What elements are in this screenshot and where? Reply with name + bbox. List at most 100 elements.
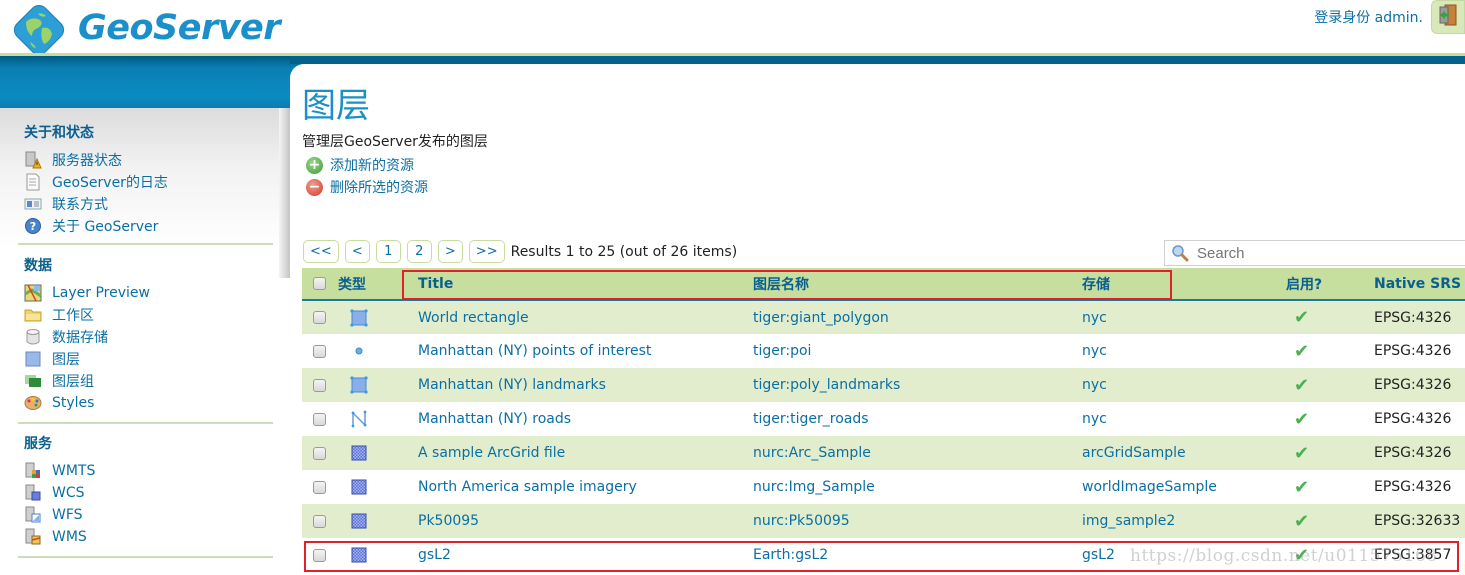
row-checkbox[interactable] bbox=[313, 412, 326, 426]
add-resource-label: 添加新的资源 bbox=[330, 158, 414, 174]
wfs-service-icon bbox=[24, 506, 42, 524]
main-content: 图层 管理层GeoServer发布的图层 + 添加新的资源 − 删除所选的资源 … bbox=[290, 64, 1465, 575]
store-link[interactable]: gsL2 bbox=[1082, 547, 1115, 563]
row-checkbox[interactable] bbox=[313, 378, 326, 392]
table-row: gsL2 Earth:gsL2 gsL2 ✔ EPSG:3857 bbox=[302, 538, 1465, 572]
table-row: Pk50095 nurc:Pk50095 img_sample2 ✔ EPSG:… bbox=[302, 504, 1465, 538]
row-select-cell bbox=[302, 300, 338, 334]
sidebar-item-label: WMS bbox=[52, 529, 87, 545]
title-cell: Manhattan (NY) points of interest bbox=[418, 334, 753, 368]
login-status: 登录身份 admin. bbox=[1314, 10, 1423, 26]
row-checkbox[interactable] bbox=[313, 446, 326, 460]
sidebar-section-services: 服务 WMTS WCS WFS WMS bbox=[24, 433, 274, 548]
geoserver-logo[interactable]: GeoServer bbox=[8, 2, 281, 60]
store-link[interactable]: nyc bbox=[1082, 411, 1107, 427]
header: GeoServer 登录身份 admin. bbox=[0, 0, 1465, 56]
sidebar-item-wms[interactable]: WMS bbox=[24, 526, 274, 548]
layer-name-link[interactable]: tiger:giant_polygon bbox=[753, 310, 889, 326]
sidebar-item-styles[interactable]: Styles bbox=[24, 392, 274, 414]
store-cell: nyc bbox=[1082, 368, 1286, 402]
sidebar-item-label: 图层组 bbox=[52, 374, 94, 390]
title-cell: Pk50095 bbox=[418, 504, 753, 538]
srs-cell: EPSG:4326 bbox=[1374, 300, 1465, 334]
row-select-cell bbox=[302, 368, 338, 402]
layer-name-link[interactable]: tiger:poly_landmarks bbox=[753, 377, 900, 393]
help-icon: ? bbox=[24, 217, 42, 235]
layer-name-link[interactable]: tiger:poi bbox=[753, 343, 811, 359]
enabled-check-icon: ✔ bbox=[1294, 442, 1310, 464]
row-checkbox[interactable] bbox=[313, 344, 326, 358]
sidebar-item-wcs[interactable]: WCS bbox=[24, 482, 274, 504]
layer-name-link[interactable]: nurc:Img_Sample bbox=[753, 479, 875, 495]
layer-title-link[interactable]: World rectangle bbox=[418, 310, 529, 326]
sidebar-item-label: 关于 GeoServer bbox=[52, 219, 159, 235]
sidebar-item-label: WMTS bbox=[52, 463, 96, 479]
header-store[interactable]: 存储 bbox=[1082, 268, 1286, 301]
sidebar-item-wfs[interactable]: WFS bbox=[24, 504, 274, 526]
search-input[interactable] bbox=[1197, 244, 1457, 262]
search-box bbox=[1164, 240, 1465, 266]
store-cell: gsL2 bbox=[1082, 538, 1286, 572]
header-enabled[interactable]: 启用? bbox=[1286, 268, 1374, 301]
header-title[interactable]: Title bbox=[418, 268, 753, 301]
last-page-button[interactable]: >> bbox=[468, 240, 505, 263]
store-link[interactable]: nyc bbox=[1082, 377, 1107, 393]
next-page-button[interactable]: > bbox=[437, 240, 463, 263]
sidebar-item-layer-preview[interactable]: Layer Preview bbox=[24, 282, 274, 304]
layer-name-link[interactable]: nurc:Pk50095 bbox=[753, 513, 850, 529]
title-cell: North America sample imagery bbox=[418, 470, 753, 504]
layer-name-link[interactable]: tiger:tiger_roads bbox=[753, 411, 869, 427]
header-native-srs[interactable]: Native SRS bbox=[1374, 268, 1465, 301]
logout-button[interactable] bbox=[1431, 0, 1465, 34]
select-all-checkbox[interactable] bbox=[313, 277, 326, 290]
raster-layer-icon bbox=[350, 444, 368, 462]
first-page-button[interactable]: << bbox=[303, 240, 339, 263]
layer-title-link[interactable]: gsL2 bbox=[418, 547, 451, 563]
sidebar-item-label: 数据存储 bbox=[52, 330, 108, 346]
page-2-button[interactable]: 2 bbox=[406, 240, 432, 263]
sidebar-item-layers[interactable]: 图层 bbox=[24, 348, 274, 370]
layer-title-link[interactable]: Manhattan (NY) roads bbox=[418, 411, 571, 427]
row-checkbox[interactable] bbox=[313, 514, 326, 528]
layer-title-link[interactable]: Manhattan (NY) landmarks bbox=[418, 377, 606, 393]
layer-title-link[interactable]: Manhattan (NY) points of interest bbox=[418, 343, 651, 359]
store-link[interactable]: nyc bbox=[1082, 310, 1107, 326]
sidebar-item-logs[interactable]: GeoServer的日志 bbox=[24, 171, 274, 193]
remove-resource-link[interactable]: − 删除所选的资源 bbox=[306, 177, 428, 197]
sidebar-item-workspaces[interactable]: 工作区 bbox=[24, 304, 274, 326]
page-1-button[interactable]: 1 bbox=[375, 240, 401, 263]
enabled-cell: ✔ bbox=[1286, 402, 1374, 436]
sidebar-item-wmts[interactable]: WMTS bbox=[24, 460, 274, 482]
store-link[interactable]: arcGridSample bbox=[1082, 445, 1186, 461]
layer-name-link[interactable]: nurc:Arc_Sample bbox=[753, 445, 871, 461]
sidebar-divider bbox=[18, 556, 273, 558]
sidebar-item-label: WFS bbox=[52, 507, 83, 523]
native-srs: EPSG:4326 bbox=[1374, 445, 1452, 461]
layer-name-link[interactable]: Earth:gsL2 bbox=[753, 547, 828, 563]
sidebar-item-stores[interactable]: 数据存储 bbox=[24, 326, 274, 348]
table-row: North America sample imagery nurc:Img_Sa… bbox=[302, 470, 1465, 504]
header-type[interactable]: 类型 bbox=[338, 268, 418, 301]
store-link[interactable]: worldImageSample bbox=[1082, 479, 1217, 495]
sidebar-item-server-status[interactable]: 服务器状态 bbox=[24, 149, 274, 171]
store-link[interactable]: nyc bbox=[1082, 343, 1107, 359]
row-checkbox[interactable] bbox=[313, 480, 326, 494]
layers-table: 类型 Title 图层名称 存储 启用? Native SRS World re… bbox=[302, 268, 1465, 572]
row-checkbox[interactable] bbox=[313, 548, 326, 562]
header-layer-name[interactable]: 图层名称 bbox=[753, 268, 1082, 301]
name-cell: Earth:gsL2 bbox=[753, 538, 1082, 572]
layer-title-link[interactable]: Pk50095 bbox=[418, 513, 479, 529]
title-cell: Manhattan (NY) landmarks bbox=[418, 368, 753, 402]
enabled-check-icon: ✔ bbox=[1294, 408, 1310, 430]
store-link[interactable]: img_sample2 bbox=[1082, 513, 1175, 529]
prev-page-button[interactable]: < bbox=[344, 240, 370, 263]
layer-title-link[interactable]: North America sample imagery bbox=[418, 479, 637, 495]
sidebar-item-contact[interactable]: 联系方式 bbox=[24, 193, 274, 215]
sidebar-item-layer-groups[interactable]: 图层组 bbox=[24, 370, 274, 392]
globe-logo-icon bbox=[8, 2, 70, 60]
add-resource-link[interactable]: + 添加新的资源 bbox=[306, 155, 414, 175]
wms-service-icon bbox=[24, 528, 42, 546]
sidebar-item-about[interactable]: ? 关于 GeoServer bbox=[24, 215, 274, 237]
row-checkbox[interactable] bbox=[313, 311, 326, 324]
layer-title-link[interactable]: A sample ArcGrid file bbox=[418, 445, 565, 461]
